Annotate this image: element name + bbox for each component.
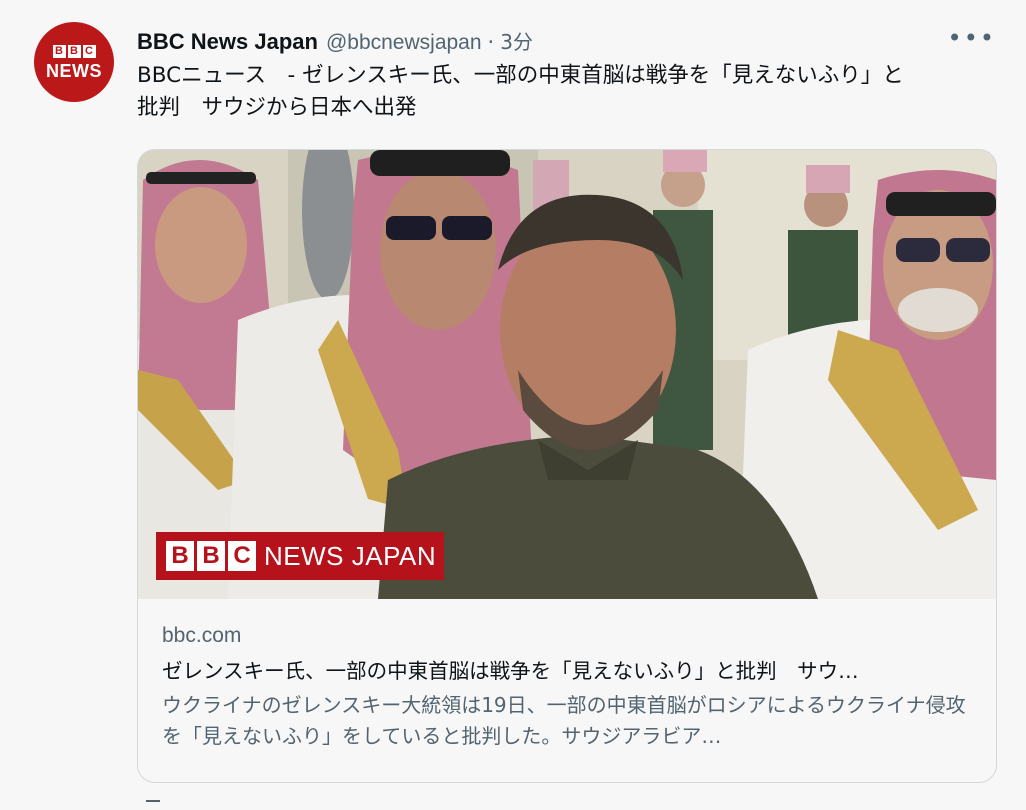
- display-name[interactable]: BBC News Japan: [137, 29, 318, 55]
- link-card[interactable]: B B C NEWS JAPAN bbc.com ゼレンスキー氏、一部の中東首脳…: [137, 149, 997, 783]
- tweet[interactable]: B B C NEWS BBC News Japan @bbcnewsjapan …: [8, 0, 1026, 808]
- logo-text: NEWS JAPAN: [264, 540, 437, 571]
- more-options-icon[interactable]: •••: [948, 26, 996, 50]
- logo-letter: B: [166, 541, 194, 571]
- card-domain: bbc.com: [162, 624, 242, 647]
- reply-icon[interactable]: [146, 800, 160, 810]
- avatar-letter: C: [82, 44, 96, 58]
- card-body[interactable]: bbc.com ゼレンスキー氏、一部の中東首脳は戦争を「見えないふり」と批判 サ…: [138, 600, 996, 752]
- tweet-text: BBCニュース - ゼレンスキー氏、一部の中東首脳は戦争を「見えないふり」と 批…: [137, 63, 904, 120]
- card-description: ウクライナのゼレンスキー大統領は19日、一部の中東首脳がロシアによるウクライナ侵…: [162, 693, 966, 748]
- card-image[interactable]: B B C NEWS JAPAN: [138, 150, 996, 599]
- separator-dot: ·: [487, 30, 495, 54]
- bbc-news-japan-logo: B B C NEWS JAPAN: [156, 532, 444, 580]
- user-handle[interactable]: @bbcnewsjapan: [326, 31, 482, 55]
- avatar-letter: B: [52, 44, 66, 58]
- avatar-news-word: NEWS: [46, 60, 102, 81]
- tweet-header: BBC News Japan @bbcnewsjapan · 3分: [137, 26, 533, 56]
- avatar[interactable]: B B C NEWS: [34, 22, 114, 102]
- avatar-bbc-blocks: B B C: [52, 44, 96, 58]
- logo-letter: C: [228, 541, 256, 571]
- timestamp[interactable]: 3分: [500, 26, 533, 55]
- avatar-letter: B: [67, 44, 81, 58]
- card-title[interactable]: ゼレンスキー氏、一部の中東首脳は戦争を「見えないふり」と批判 サウ…: [162, 656, 972, 686]
- logo-letter: B: [197, 541, 225, 571]
